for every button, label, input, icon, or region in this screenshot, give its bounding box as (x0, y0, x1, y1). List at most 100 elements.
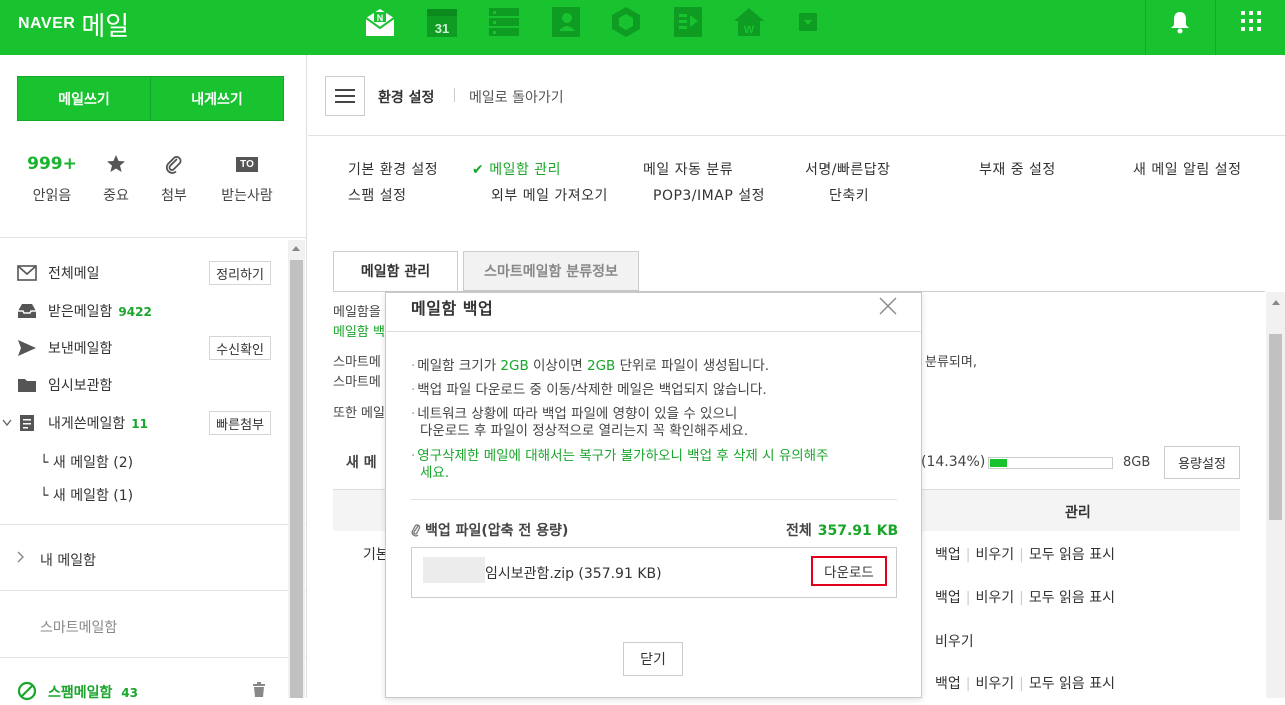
close-button[interactable]: 닫기 (623, 642, 683, 676)
read-receipt-button[interactable]: 수신확인 (209, 336, 271, 360)
main-scrollbar[interactable] (1266, 292, 1285, 698)
block-icon (17, 681, 37, 705)
organize-button[interactable]: 정리하기 (209, 261, 271, 285)
quick-attach-button[interactable]: 빠른첨부 (209, 411, 271, 435)
nav-pop3-imap[interactable]: POP3/IMAP 설정 (653, 185, 765, 205)
folder-drafts[interactable]: 임시보관함 (0, 370, 285, 400)
folder-inbox[interactable]: 받은메일함 9422 (0, 296, 285, 326)
office-icon[interactable] (672, 6, 704, 38)
empty-link[interactable]: 비우기 (935, 634, 974, 650)
nav-basic-settings[interactable]: 기본 환경 설정 (348, 159, 438, 179)
empty-link[interactable]: 비우기 (975, 547, 1014, 563)
notice-2: · 백업 파일 다운로드 중 이동/삭제한 메일은 백업되지 않습니다. (411, 382, 767, 398)
empty-link[interactable]: 비우기 (975, 676, 1014, 692)
chevron-down-icon[interactable] (2, 416, 12, 431)
scroll-thumb[interactable] (1269, 334, 1282, 520)
backup-link[interactable]: 백업 (935, 547, 961, 563)
write-mail-button[interactable]: 메일쓰기 (17, 76, 151, 121)
memo-icon (17, 414, 37, 432)
bg-text-3-right: 분류되며, (925, 355, 977, 370)
nav-auto-sort[interactable]: 메일 자동 분류 (643, 159, 733, 179)
scroll-up-arrow[interactable] (292, 246, 300, 251)
quota-settings-button[interactable]: 용량설정 (1164, 446, 1240, 479)
mark-all-read-link[interactable]: 모두 읽음 표시 (1029, 547, 1115, 563)
backup-total: 전체 357.91 KB (786, 520, 898, 540)
scroll-thumb[interactable] (290, 260, 303, 698)
list-icon[interactable] (488, 6, 520, 38)
folder-spam[interactable]: 스팸메일함 43 (48, 682, 138, 702)
back-to-mail-link[interactable]: 메일로 돌아가기 (469, 87, 564, 107)
subfolder-new-2[interactable]: └ 새 메일함 (1) (40, 485, 133, 505)
my-mailbox[interactable]: 내 메일함 (40, 550, 96, 570)
quick-attachment-label: 첨부 (161, 188, 187, 204)
table-row: 비우기 (935, 631, 974, 651)
tab-smart-mailbox-info[interactable]: 스마트메일함 분류정보 (463, 251, 639, 291)
folder-icon (17, 376, 37, 394)
quick-recipient[interactable]: TO 받는사람 (212, 151, 282, 205)
dialog-title: 메일함 백업 (411, 299, 494, 318)
logo-brand: NAVER (18, 15, 76, 32)
scroll-up-arrow[interactable] (1272, 300, 1280, 305)
calendar-day: 31 (435, 21, 449, 36)
trash-icon[interactable] (252, 682, 266, 702)
naver-mail-logo[interactable]: NAVER 메일 (18, 8, 129, 42)
folder-spam-label: 스팸메일함 (48, 685, 113, 701)
star-icon (107, 155, 125, 172)
unread-count: 999+ (27, 154, 77, 174)
tab-mailbox-manage[interactable]: 메일함 관리 (333, 251, 458, 291)
nav-spam[interactable]: 스팸 설정 (348, 185, 406, 205)
total-value: 357.91 KB (817, 523, 899, 539)
nav-new-mail-alert[interactable]: 새 메일 알림 설정 (1133, 159, 1242, 179)
subfolder-new-1[interactable]: └ 새 메일함 (2) (40, 452, 133, 472)
sidebar-scrollbar[interactable] (288, 240, 305, 698)
calendar-icon[interactable]: 31 (426, 6, 458, 38)
contacts-icon[interactable] (550, 6, 582, 38)
quick-unread-label: 안읽음 (32, 188, 72, 204)
folder-all[interactable]: 전체메일 정리하기 (0, 258, 285, 288)
nav-signature[interactable]: 서명/빠른답장 (805, 159, 891, 179)
paperclip-icon (165, 156, 182, 174)
folder-sent-label: 보낸메일함 (48, 341, 113, 357)
notice-3: · 네트워크 상황에 따라 백업 파일에 영향이 있을 수 있으니 다운로드 후 … (411, 406, 749, 439)
close-icon[interactable] (879, 297, 897, 315)
notice-4: · 영구삭제한 메일에 대해서는 복구가 불가하오니 백업 후 삭제 시 유의해주… (411, 448, 829, 481)
mark-all-read-link[interactable]: 모두 읽음 표시 (1029, 590, 1115, 606)
write-to-self-button[interactable]: 내게쓰기 (150, 76, 284, 121)
nav-mailbox-manage-label: 메일함 관리 (489, 162, 562, 178)
quota-bar-fill (990, 459, 1007, 467)
table-row: 백업 | 비우기 | 모두 읽음 표시 (935, 547, 1116, 563)
folder-all-label: 전체메일 (48, 266, 100, 282)
backup-link[interactable]: 백업 (935, 590, 961, 606)
folder-self[interactable]: 내게쓴메일함 11 빠른첨부 (0, 408, 285, 438)
total-label: 전체 (786, 523, 812, 539)
download-button[interactable]: 다운로드 (811, 556, 887, 586)
mark-all-read-link[interactable]: 모두 읽음 표시 (1029, 676, 1115, 692)
bell-icon[interactable] (1168, 10, 1192, 34)
self-count: 11 (131, 417, 148, 431)
bg-text-2[interactable]: 메일함 백 (333, 321, 385, 340)
naver-mail-icon[interactable]: N (364, 6, 396, 38)
nav-shortcuts[interactable]: 단축키 (829, 185, 869, 205)
hamburger-icon (335, 89, 355, 103)
nav-away[interactable]: 부재 중 설정 (979, 159, 1056, 179)
apps-grid-icon[interactable] (1240, 10, 1262, 32)
box-icon[interactable] (610, 6, 642, 38)
nav-external-mail[interactable]: 외부 메일 가져오기 (491, 185, 608, 205)
quick-unread[interactable]: 999+ 안읽음 (17, 151, 87, 205)
topbar-separator (1145, 0, 1146, 55)
dialog-divider (386, 331, 921, 332)
folder-sent[interactable]: 보낸메일함 수신확인 (0, 333, 285, 363)
backup-file-title: 백업 파일(압축 전 용량) (411, 520, 568, 540)
menu-toggle-button[interactable] (325, 76, 365, 116)
chevron-right-icon[interactable] (17, 551, 25, 567)
smart-mailbox[interactable]: 스마트메일함 (40, 617, 117, 637)
blog-icon[interactable]: W (733, 6, 765, 38)
folder-drafts-label: 임시보관함 (48, 378, 113, 394)
backup-link[interactable]: 백업 (935, 676, 961, 692)
quick-attachment[interactable]: 첨부 (139, 151, 209, 205)
paperclip-icon (411, 524, 421, 537)
sidebar-divider (0, 657, 307, 658)
nav-mailbox-manage[interactable]: ✔ 메일함 관리 (472, 159, 561, 179)
empty-link[interactable]: 비우기 (975, 590, 1014, 606)
more-dropdown-icon[interactable] (798, 12, 818, 32)
